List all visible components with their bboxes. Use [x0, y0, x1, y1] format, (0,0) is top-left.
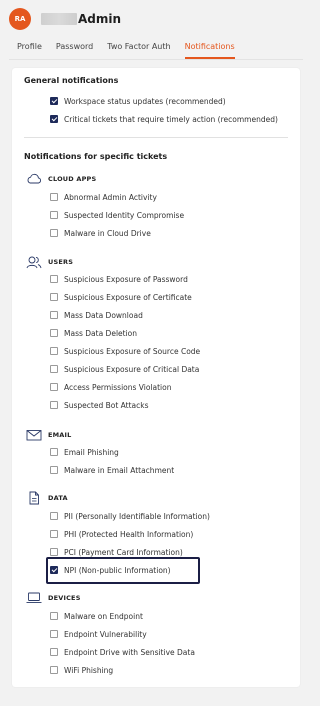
checkbox[interactable] — [50, 229, 58, 237]
general-notifications-title: General notifications — [24, 76, 119, 85]
list-item[interactable]: Suspicious Exposure of Certificate — [50, 291, 192, 303]
notifications-card: General notifications Workspace status u… — [12, 68, 300, 687]
page-title: Admin — [78, 12, 122, 26]
tab-password[interactable]: Password — [56, 42, 93, 59]
checkbox[interactable] — [50, 193, 58, 201]
laptop-icon — [26, 592, 42, 603]
checkbox[interactable] — [50, 512, 58, 520]
list-item[interactable]: Malware in Email Attachment — [50, 464, 174, 476]
document-icon — [29, 491, 39, 505]
list-item[interactable]: WiFi Phishing — [50, 664, 113, 676]
list-item[interactable]: Malware in Cloud Drive — [50, 227, 151, 239]
checkbox[interactable] — [50, 530, 58, 538]
cloud-icon — [27, 173, 41, 184]
group-cloud-apps: CLOUD APPS — [26, 172, 96, 186]
envelope-icon — [26, 430, 42, 441]
page-header: RA Admin — [9, 8, 121, 30]
list-item[interactable]: Suspected Bot Attacks — [50, 399, 149, 411]
checkbox-label: Critical tickets that require timely act… — [64, 114, 278, 124]
list-item[interactable]: Suspected Identity Compromise — [50, 209, 184, 221]
checkbox[interactable] — [50, 115, 58, 123]
list-item[interactable]: Endpoint Drive with Sensitive Data — [50, 646, 195, 658]
checkbox[interactable] — [50, 630, 58, 638]
avatar[interactable]: RA — [9, 8, 31, 30]
checkbox[interactable] — [50, 365, 58, 373]
list-item[interactable]: PHI (Protected Health Information) — [50, 528, 193, 540]
tab-two-factor-auth[interactable]: Two Factor Auth — [107, 42, 170, 59]
tab-profile[interactable]: Profile — [17, 42, 42, 59]
list-item[interactable]: Endpoint Vulnerability — [50, 628, 147, 640]
list-item[interactable]: Suspicious Exposure of Critical Data — [50, 363, 199, 375]
list-item[interactable]: Suspicious Exposure of Password — [50, 273, 188, 285]
list-item[interactable]: Access Permissions Violation — [50, 381, 172, 393]
tab-notifications[interactable]: Notifications — [184, 42, 235, 59]
checkbox[interactable] — [50, 648, 58, 656]
users-icon — [26, 256, 42, 269]
general-item-critical-tickets[interactable]: Critical tickets that require timely act… — [50, 113, 278, 125]
list-item[interactable]: Malware on Endpoint — [50, 610, 143, 622]
checkbox[interactable] — [50, 329, 58, 337]
group-data: DATA — [26, 491, 68, 505]
specific-notifications-title: Notifications for specific tickets — [24, 152, 168, 161]
checkbox[interactable] — [50, 97, 58, 105]
checkbox[interactable] — [50, 448, 58, 456]
redacted-name — [41, 13, 77, 25]
list-item[interactable]: Mass Data Download — [50, 309, 143, 321]
list-item[interactable]: Abnormal Admin Activity — [50, 191, 157, 203]
checkbox[interactable] — [50, 383, 58, 391]
list-item[interactable]: Email Phishing — [50, 446, 119, 458]
checkbox[interactable] — [50, 293, 58, 301]
list-item[interactable]: PII (Personally Identifiable Information… — [50, 510, 210, 522]
highlight-box — [46, 557, 200, 584]
checkbox[interactable] — [50, 311, 58, 319]
checkbox[interactable] — [50, 401, 58, 409]
list-item[interactable]: Mass Data Deletion — [50, 327, 137, 339]
group-email: EMAIL — [26, 428, 72, 442]
group-devices: DEVICES — [26, 591, 81, 605]
list-item[interactable]: Suspicious Exposure of Source Code — [50, 345, 200, 357]
checkbox[interactable] — [50, 548, 58, 556]
section-divider — [24, 137, 288, 138]
checkbox[interactable] — [50, 666, 58, 674]
checkbox[interactable] — [50, 275, 58, 283]
checkbox[interactable] — [50, 612, 58, 620]
checkbox-label: Workspace status updates (recommended) — [64, 96, 226, 106]
checkbox[interactable] — [50, 211, 58, 219]
checkbox[interactable] — [50, 466, 58, 474]
tabs-divider — [9, 59, 303, 60]
tab-bar: Profile Password Two Factor Auth Notific… — [17, 42, 312, 59]
general-item-workspace-status[interactable]: Workspace status updates (recommended) — [50, 95, 226, 107]
checkbox[interactable] — [50, 347, 58, 355]
group-users: USERS — [26, 255, 73, 269]
